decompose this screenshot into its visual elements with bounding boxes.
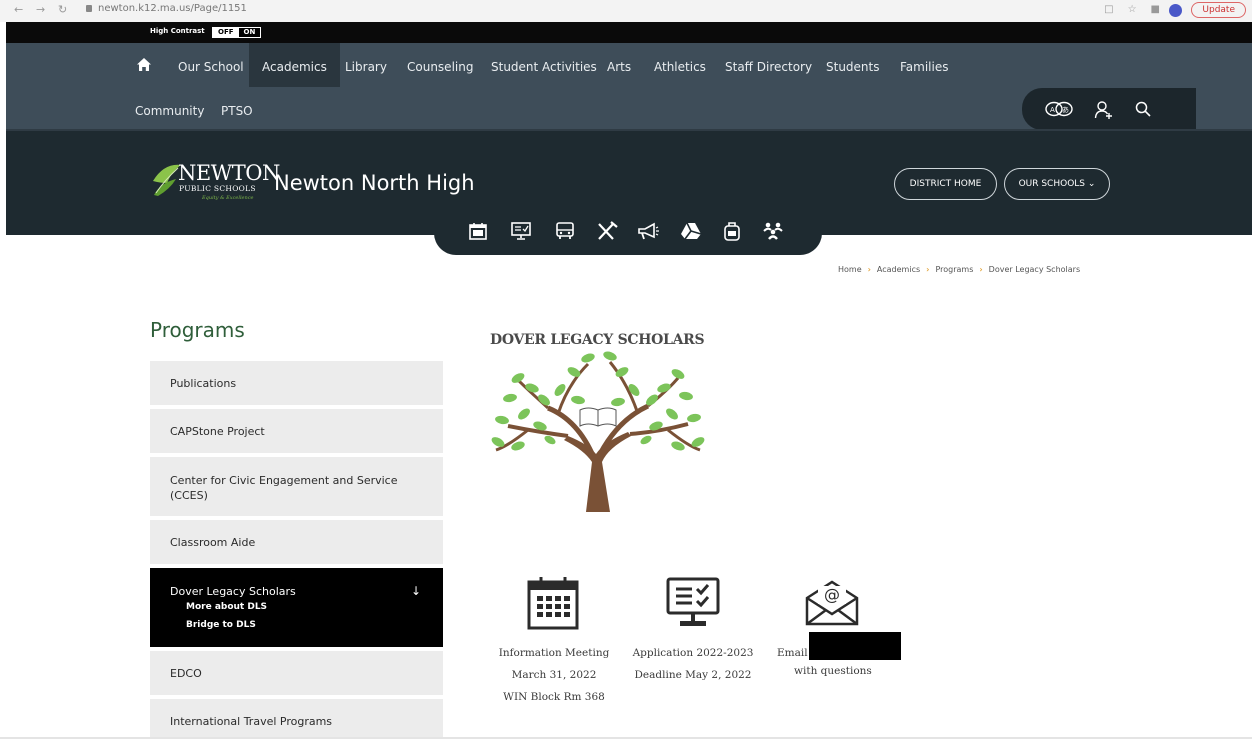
megaphone-icon[interactable] xyxy=(636,221,660,241)
forward-icon[interactable]: → xyxy=(36,3,45,16)
sidebar-item-classroom-aide[interactable]: Classroom Aide xyxy=(150,520,443,564)
school-title[interactable]: Newton North High xyxy=(274,171,475,195)
our-schools-label: OUR SCHOOLS xyxy=(1018,179,1086,189)
high-contrast-label: High Contrast xyxy=(150,27,205,35)
sidebar-item-publications[interactable]: Publications xyxy=(150,361,443,405)
sidebar-item-international-travel[interactable]: International Travel Programs xyxy=(150,699,443,737)
sidebar-item-cces[interactable]: Center for Civic Engagement and Service … xyxy=(150,457,443,516)
application-text: Application 2022-2023 Deadline May 2, 20… xyxy=(630,642,756,686)
contrast-off-option[interactable]: OFF xyxy=(213,28,239,37)
chevron-down-icon: ⌄ xyxy=(1085,179,1096,189)
info-meeting-text: Information Meeting March 31, 2022 WIN B… xyxy=(496,642,612,708)
nav-student-activities[interactable]: Student Activities xyxy=(491,43,597,87)
nav-ptso[interactable]: PTSO xyxy=(221,87,253,131)
sidebar-title: Programs xyxy=(150,318,245,342)
nav-library[interactable]: Library xyxy=(345,43,387,87)
nav-families[interactable]: Families xyxy=(900,43,948,87)
sidebar-item-label: Publications xyxy=(170,377,237,390)
calendar-icon[interactable] xyxy=(468,221,488,241)
email-questions-text: with questions xyxy=(794,665,872,677)
breadcrumb-chevron-icon: › xyxy=(926,265,930,274)
nav-community[interactable]: Community xyxy=(135,87,204,131)
info-meeting-date: March 31, 2022 xyxy=(511,669,597,681)
breadcrumb-chevron-icon: › xyxy=(867,265,871,274)
user-sign-in-icon[interactable] xyxy=(1094,100,1114,120)
breadcrumb-academics[interactable]: Academics xyxy=(877,265,920,274)
email-label: Email xyxy=(777,647,808,659)
back-icon[interactable]: ← xyxy=(14,3,23,16)
home-icon[interactable] xyxy=(136,57,152,73)
high-contrast-toggle[interactable]: OFF ON xyxy=(212,27,262,38)
people-group-icon[interactable] xyxy=(762,221,784,241)
high-contrast-bar: High Contrast OFF ON xyxy=(6,22,1252,43)
search-icon[interactable] xyxy=(1134,100,1152,118)
sidebar-item-label: Classroom Aide xyxy=(170,536,256,549)
breadcrumb: Home › Academics › Programs › Dover Legacy Sch… xyxy=(838,265,1080,274)
logo-newton-text: NEWTON xyxy=(178,161,280,185)
utensils-icon[interactable] xyxy=(596,221,618,241)
email-envelope-icon: @ xyxy=(805,580,859,626)
svg-text:あ: あ xyxy=(1062,106,1069,114)
sidebar-item-edco[interactable]: EDCO xyxy=(150,651,443,695)
breadcrumb-current: Dover Legacy Scholars xyxy=(988,265,1081,274)
update-button[interactable]: Update xyxy=(1191,2,1246,18)
google-drive-icon[interactable] xyxy=(680,221,702,241)
sidebar-item-capstone[interactable]: CAPStone Project xyxy=(150,409,443,453)
sidebar-item-label: International Travel Programs xyxy=(170,715,333,728)
svg-text:@: @ xyxy=(824,585,840,604)
sidebar-item-label: EDCO xyxy=(170,667,202,680)
info-meeting-title: Information Meeting xyxy=(498,647,610,659)
breadcrumb-home[interactable]: Home xyxy=(838,265,862,274)
info-meeting-location: WIN Block Rm 368 xyxy=(503,691,605,703)
nav-students[interactable]: Students xyxy=(826,43,880,87)
profile-avatar[interactable] xyxy=(1169,4,1182,17)
translate-icon[interactable]: A あ xyxy=(1044,100,1074,118)
bus-icon[interactable] xyxy=(554,221,576,241)
breadcrumb-programs[interactable]: Programs xyxy=(935,265,973,274)
svg-text:A: A xyxy=(1050,106,1055,114)
nav-academics[interactable]: Academics xyxy=(249,43,340,87)
computer-icon[interactable] xyxy=(510,221,532,241)
sidebar-subitem-bridge-to-dls[interactable]: Bridge to DLS xyxy=(186,620,256,630)
nav-counseling[interactable]: Counseling xyxy=(407,43,473,87)
contrast-on-option[interactable]: ON xyxy=(238,28,261,37)
nav-arts[interactable]: Arts xyxy=(607,43,631,87)
quick-links-bar xyxy=(434,215,822,255)
sidebar-item-label: Center for Civic Engagement and Service … xyxy=(170,474,398,502)
nav-staff-directory[interactable]: Staff Directory xyxy=(725,43,812,87)
sidebar-item-label: CAPStone Project xyxy=(170,425,265,438)
breadcrumb-chevron-icon: › xyxy=(979,265,983,274)
address-bar[interactable]: newton.k12.ma.us/Page/1151 xyxy=(86,3,247,14)
browser-toolbar: ← → ↻ newton.k12.ma.us/Page/1151 □☆■ Upd… xyxy=(0,0,1252,22)
application-title: Application 2022-2023 xyxy=(632,647,754,659)
logo-public-schools-text: PUBLIC SCHOOLS xyxy=(179,184,256,193)
redacted-email-block xyxy=(809,632,901,660)
calendar-icon xyxy=(527,577,579,630)
sidebar-item-label: Dover Legacy Scholars xyxy=(170,585,296,598)
dls-tree-logo xyxy=(491,351,705,512)
application-deadline: Deadline May 2, 2022 xyxy=(634,669,752,681)
logo-tagline: Equity & Excellence xyxy=(202,195,254,201)
browser-extension-icons[interactable]: □☆■ xyxy=(1104,4,1174,15)
sidebar-subitem-more-about-dls[interactable]: More about DLS xyxy=(186,602,267,612)
sidebar-item-dover-legacy-scholars[interactable]: Dover Legacy Scholars ↓ More about DLS B… xyxy=(150,568,443,647)
computer-checklist-icon xyxy=(666,577,720,626)
backpack-icon[interactable] xyxy=(722,221,742,241)
nav-our-school[interactable]: Our School xyxy=(178,43,244,87)
nav-athletics[interactable]: Athletics xyxy=(654,43,706,87)
lock-icon xyxy=(86,5,92,12)
main-navigation: Our School Academics Library Counseling … xyxy=(6,43,1252,131)
dls-heading: DOVER LEGACY SCHOLARS xyxy=(490,332,705,348)
reload-icon[interactable]: ↻ xyxy=(58,3,67,16)
our-schools-button[interactable]: OUR SCHOOLS ⌄ xyxy=(1004,168,1110,200)
arrow-down-icon[interactable]: ↓ xyxy=(411,584,421,598)
utility-tools: A あ xyxy=(1022,88,1196,130)
district-home-button[interactable]: DISTRICT HOME xyxy=(894,168,997,200)
